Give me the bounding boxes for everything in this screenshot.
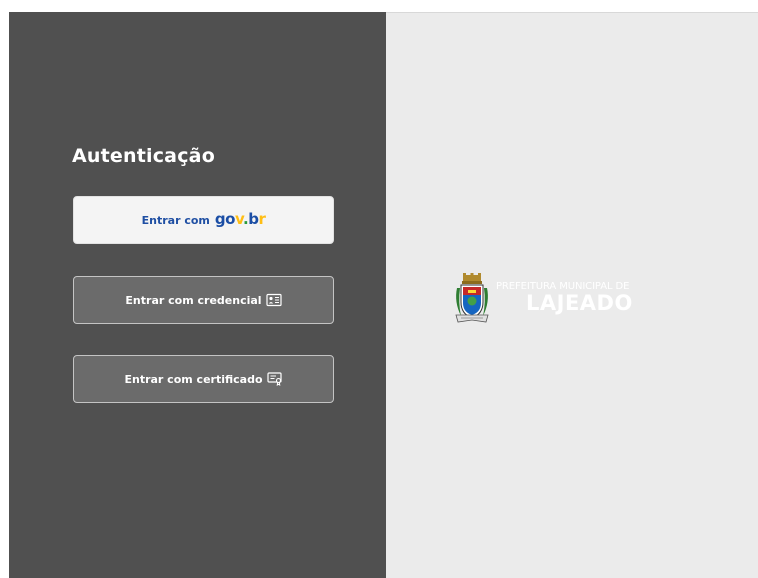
login-page: Autenticação Entrar com gov.br Entrar co… (0, 0, 758, 578)
certificate-icon (266, 372, 283, 387)
govbr-logo-v: v (234, 210, 244, 228)
lajeado-logo: PREFEITURA MUNICIPAL DE LAJEADO (452, 272, 672, 334)
govbr-button-label: Entrar com (141, 213, 210, 227)
brand-line2: LAJEADO (526, 291, 633, 315)
govbr-logo-o: o (225, 210, 235, 228)
govbr-logo-g: g (214, 210, 226, 228)
govbr-logo-r: r (258, 210, 266, 228)
auth-title: Autenticação (72, 145, 215, 167)
credential-button-label: Entrar com credencial (125, 293, 262, 307)
coat-of-arms-icon (452, 272, 492, 324)
certificate-login-button[interactable]: Entrar com certificado (73, 355, 334, 403)
govbr-login-button[interactable]: Entrar com gov.br (73, 196, 334, 244)
id-card-icon (265, 293, 282, 307)
govbr-logo-b: b (248, 210, 259, 228)
certificate-button-label: Entrar com certificado (124, 372, 263, 386)
brand-panel: PREFEITURA MUNICIPAL DE LAJEADO (386, 12, 758, 578)
auth-panel: Autenticação Entrar com gov.br Entrar co… (9, 12, 386, 578)
credential-login-button[interactable]: Entrar com credencial (73, 276, 334, 324)
govbr-logo: gov.br (214, 210, 266, 228)
